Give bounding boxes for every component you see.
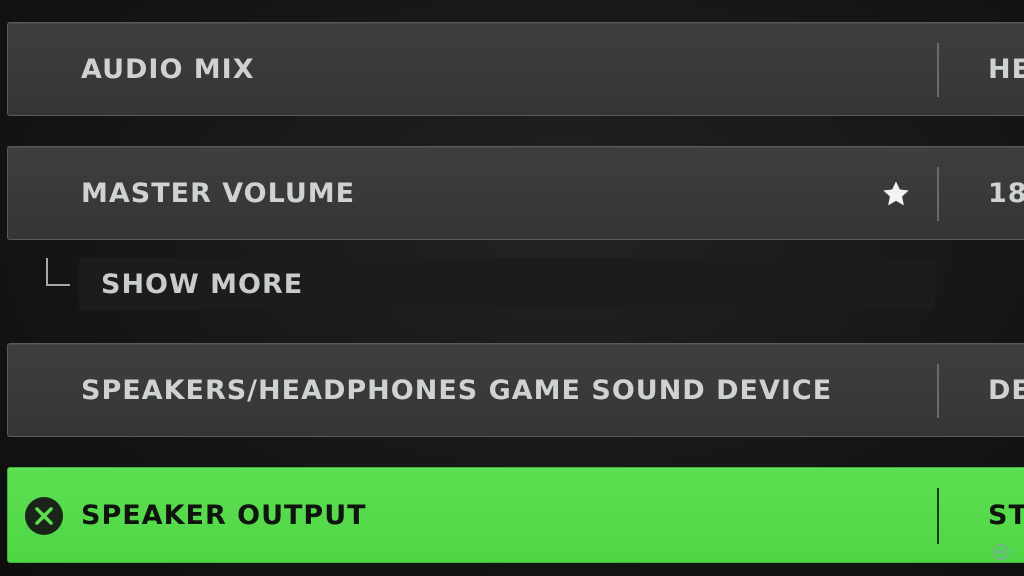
show-more-button[interactable]: SHOW MORE bbox=[79, 258, 935, 310]
row-divider bbox=[937, 364, 939, 418]
row-divider bbox=[937, 43, 939, 97]
setting-value: 18 bbox=[988, 177, 1024, 209]
close-icon[interactable] bbox=[25, 497, 63, 535]
star-icon[interactable] bbox=[880, 178, 912, 210]
audio-settings-screen: AUDIO MIX HE MASTER VOLUME 18 SHOW MORE … bbox=[0, 0, 1024, 576]
setting-row-speaker-output[interactable]: SPEAKER OUTPUT ST bbox=[7, 467, 1024, 563]
setting-row-game-sound-device[interactable]: SPEAKERS/HEADPHONES GAME SOUND DEVICE DE bbox=[7, 343, 1024, 437]
row-divider bbox=[937, 488, 939, 544]
setting-label: SPEAKERS/HEADPHONES GAME SOUND DEVICE bbox=[81, 374, 833, 406]
setting-value: DE bbox=[988, 374, 1024, 406]
show-more-label: SHOW MORE bbox=[101, 268, 304, 300]
setting-label: SPEAKER OUTPUT bbox=[81, 499, 367, 531]
row-divider bbox=[937, 167, 939, 221]
tree-connector-icon bbox=[46, 258, 70, 286]
watermark-icon bbox=[992, 543, 1010, 561]
setting-row-audio-mix[interactable]: AUDIO MIX HE bbox=[7, 22, 1024, 116]
setting-row-master-volume[interactable]: MASTER VOLUME 18 bbox=[7, 146, 1024, 240]
setting-label: AUDIO MIX bbox=[81, 53, 255, 85]
setting-value: HE bbox=[988, 53, 1024, 85]
setting-label: MASTER VOLUME bbox=[81, 177, 356, 209]
